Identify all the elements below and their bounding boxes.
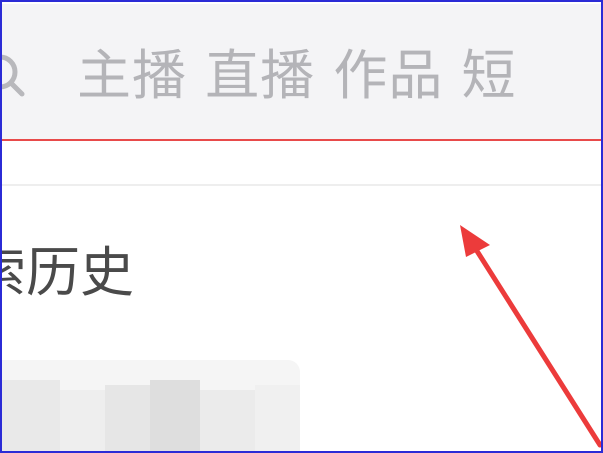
mosaic-block — [200, 390, 255, 453]
search-bar[interactable]: 主播 直播 作品 短 — [0, 4, 603, 141]
search-history-title: 索历史 — [0, 241, 134, 304]
mosaic-block — [0, 380, 60, 453]
divider — [0, 184, 603, 186]
search-placeholder: 主播 直播 作品 短 — [77, 44, 517, 107]
mosaic-block — [255, 385, 300, 453]
mosaic-block — [60, 390, 105, 453]
mosaic-block — [150, 380, 200, 453]
mosaic-block — [105, 385, 150, 453]
search-history-item[interactable] — [0, 360, 300, 453]
red-arrow-annotation — [460, 225, 603, 448]
search-icon — [0, 54, 25, 97]
